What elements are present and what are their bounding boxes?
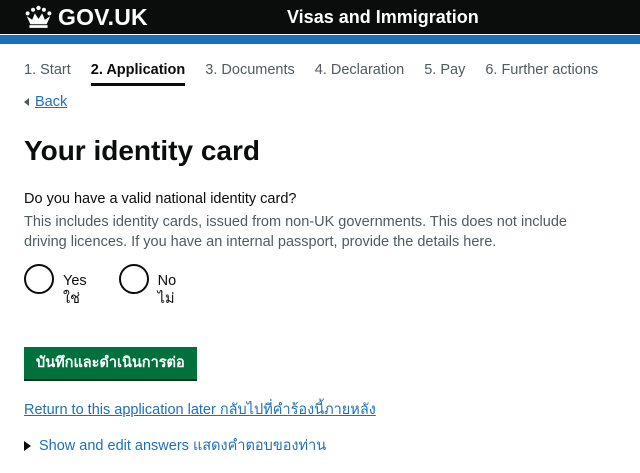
show-edit-answers-toggle[interactable]: Show and edit answers แสดงคำตอบของท่าน [24, 437, 326, 455]
govuk-logo-link[interactable]: GOV.UK [24, 3, 148, 31]
step-declaration: 4. Declaration [314, 62, 405, 78]
step-navigation: 1. Start 2. Application 3. Documents 4. … [24, 61, 618, 86]
radio-no[interactable]: No ไม่ [118, 264, 177, 308]
govuk-logo-text: GOV.UK [58, 4, 148, 30]
radio-group: Yes ใช่ No ไม่ [24, 264, 208, 308]
radio-no-subtext: ไม่ [157, 291, 175, 307]
radio-no-label[interactable]: No ไม่ [158, 272, 177, 308]
back-link[interactable]: Back [24, 94, 67, 110]
page-title: Your identity card [24, 135, 260, 166]
question-hint: This includes identity cards, issued fro… [24, 214, 567, 250]
service-name[interactable]: Visas and Immigration [287, 6, 479, 28]
radio-yes-label[interactable]: Yes ใช่ [63, 272, 87, 308]
radio-yes-text: Yes [63, 273, 87, 289]
radio-yes-subtext: ใช่ [63, 291, 80, 307]
radio-no-circle[interactable] [118, 264, 149, 294]
site-header: GOV.UK Visas and Immigration [0, 0, 640, 34]
return-later-link[interactable]: Return to this application later กลับไปท… [24, 401, 376, 419]
back-arrow-icon [24, 98, 29, 106]
step-documents: 3. Documents [205, 62, 295, 78]
step-application: 2. Application [90, 61, 186, 86]
step-start: 1. Start [24, 62, 71, 78]
header-blue-bar [0, 34, 640, 44]
radio-yes[interactable]: Yes ใช่ [24, 264, 87, 308]
save-and-continue-button[interactable]: บันทึกและดำเนินการต่อ [24, 347, 197, 379]
step-further-actions: 6. Further actions [485, 62, 599, 78]
crown-icon [25, 5, 52, 28]
radio-no-text: No [157, 273, 177, 289]
back-link-label: Back [35, 94, 68, 110]
triangle-right-icon [24, 441, 31, 451]
step-pay: 5. Pay [424, 62, 466, 78]
show-edit-answers-label: Show and edit answers แสดงคำตอบของท่าน [39, 438, 327, 454]
radio-yes-circle[interactable] [24, 264, 54, 294]
question-label: Do you have a valid national identity ca… [24, 191, 297, 207]
